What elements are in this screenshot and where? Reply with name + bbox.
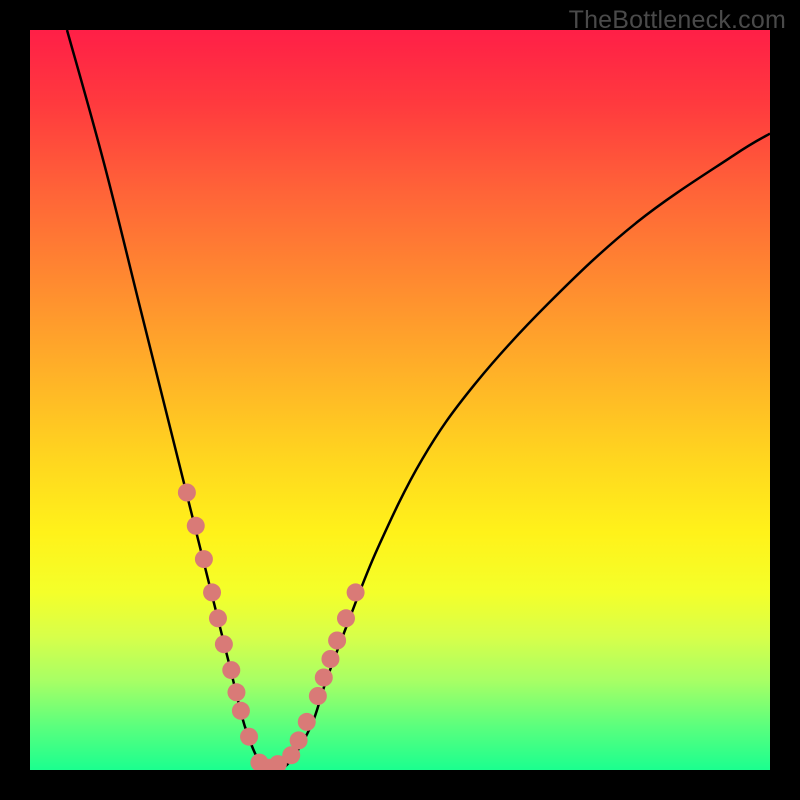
plot-area <box>30 30 770 770</box>
data-point-marker <box>240 728 258 746</box>
data-point-marker <box>222 661 240 679</box>
data-point-marker <box>298 713 316 731</box>
data-point-marker <box>187 517 205 535</box>
data-point-marker <box>232 702 250 720</box>
data-point-marker <box>227 683 245 701</box>
data-point-marker <box>209 609 227 627</box>
bottleneck-curve <box>67 30 770 770</box>
data-point-marker <box>328 632 346 650</box>
data-point-marker <box>203 583 221 601</box>
data-point-marker <box>315 669 333 687</box>
data-point-marker <box>178 484 196 502</box>
data-point-marker <box>290 731 308 749</box>
chart-frame: TheBottleneck.com <box>0 0 800 800</box>
marker-group <box>178 484 365 771</box>
data-point-marker <box>215 635 233 653</box>
data-point-marker <box>309 687 327 705</box>
chart-overlay <box>30 30 770 770</box>
data-point-marker <box>195 550 213 568</box>
watermark-text: TheBottleneck.com <box>569 6 786 35</box>
data-point-marker <box>321 650 339 668</box>
data-point-marker <box>337 609 355 627</box>
data-point-marker <box>347 583 365 601</box>
